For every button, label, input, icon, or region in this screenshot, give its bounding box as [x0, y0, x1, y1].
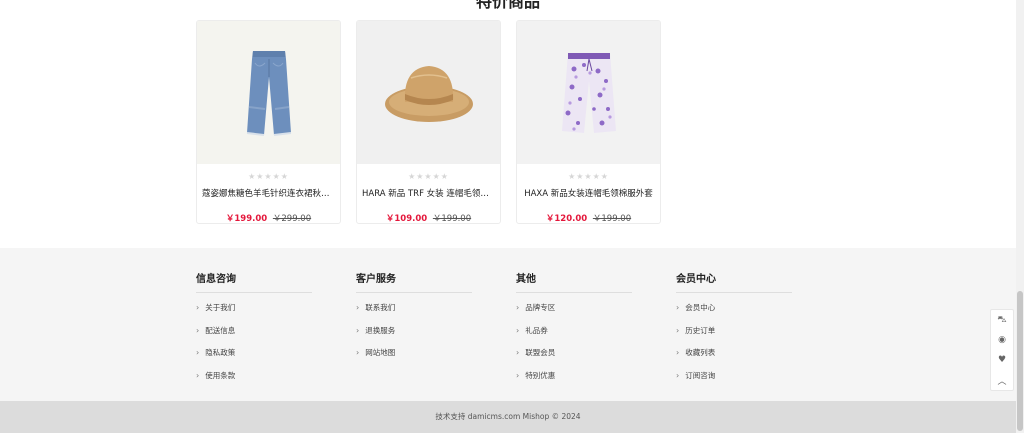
user-icon[interactable]: ◉: [991, 330, 1013, 350]
footer-link[interactable]: › 使用条款: [196, 369, 312, 392]
footer-link[interactable]: › 特别优惠: [516, 369, 632, 392]
footer-link[interactable]: › 品牌专区: [516, 301, 632, 324]
footer-link[interactable]: › 网站地图: [356, 346, 472, 369]
chevron-right-icon: ›: [196, 303, 200, 312]
back-to-top-icon[interactable]: ︿: [991, 370, 1013, 390]
footer-column-title: 会员中心: [676, 270, 792, 293]
product-prices: ￥120.00 ￥199.00: [517, 212, 660, 224]
page: 特价商品 ★★★★★ 蔻姿娜焦糖色羊毛针织连衣裙秋冬新款 ￥199.00 ￥29…: [0, 0, 1024, 433]
footer-link[interactable]: › 关于我们: [196, 301, 312, 324]
chevron-right-icon: ›: [196, 370, 200, 380]
footer-link[interactable]: › 联盟会员: [516, 346, 632, 369]
chevron-right-icon: ›: [356, 348, 360, 357]
rating-stars: ★★★★★: [408, 172, 449, 181]
footer-column-service: 客户服务 › 联系我们 › 退换服务 › 网站地图: [356, 270, 472, 369]
special-offers-section: 特价商品 ★★★★★ 蔻姿娜焦糖色羊毛针织连衣裙秋冬新款 ￥199.00 ￥29…: [0, 0, 1016, 248]
chevron-right-icon: ›: [196, 348, 200, 357]
product-prices: ￥109.00 ￥199.00: [357, 212, 500, 224]
footer-column-member: 会员中心 › 会员中心 › 历史订单 › 收藏列表 › 订阅咨询: [676, 270, 792, 391]
product-card[interactable]: ★★★★★ HARA 新品 TRF 女装 连帽毛领棉服外套 ￥109.00 ￥1…: [356, 20, 501, 224]
copyright-bar: 技术支持 damicms.com Mishop © 2024: [0, 401, 1016, 433]
chevron-right-icon: ›: [676, 325, 680, 335]
heart-icon[interactable]: ♥: [991, 350, 1013, 370]
cart-icon[interactable]: ⛍: [991, 310, 1013, 330]
product-name[interactable]: HARA 新品 TRF 女装 连帽毛领棉服外套: [357, 186, 500, 202]
chevron-right-icon: ›: [676, 370, 680, 380]
floating-toolbar: ⛍ ◉ ♥ ︿: [990, 309, 1014, 391]
sale-price: ￥120.00: [545, 214, 588, 224]
chevron-right-icon: ›: [676, 303, 680, 312]
footer: 信息咨询 › 关于我们 › 配送信息 › 隐私政策 › 使用条款 客户服务 › 联系我们 …: [0, 248, 1016, 401]
sale-price: ￥109.00: [385, 214, 428, 224]
footer-column-info: 信息咨询 › 关于我们 › 配送信息 › 隐私政策 › 使用条款: [196, 270, 312, 391]
straw-hat-image[interactable]: [357, 21, 500, 164]
chevron-right-icon: ›: [516, 348, 520, 357]
footer-link[interactable]: › 会员中心: [676, 301, 792, 324]
footer-link[interactable]: › 历史订单: [676, 324, 792, 347]
original-price: ￥299.00: [272, 214, 312, 224]
footer-link[interactable]: › 联系我们: [356, 301, 472, 324]
footer-link[interactable]: › 配送信息: [196, 324, 312, 347]
footer-column-title: 信息咨询: [196, 270, 312, 293]
product-name[interactable]: HAXA 新品女装连帽毛领棉服外套: [517, 186, 660, 202]
copyright-text: 技术支持 damicms.com Mishop © 2024: [435, 412, 581, 421]
footer-link[interactable]: › 隐私政策: [196, 346, 312, 369]
footer-column-title: 客户服务: [356, 270, 472, 293]
footer-link[interactable]: › 礼品券: [516, 324, 632, 347]
footer-column-other: 其他 › 品牌专区 › 礼品券 › 联盟会员 › 特别优惠: [516, 270, 632, 391]
chevron-right-icon: ›: [356, 325, 360, 335]
jeans-image[interactable]: [197, 21, 340, 164]
original-price: ￥199.00: [432, 214, 472, 224]
rating-stars: ★★★★★: [248, 172, 289, 181]
floral-pants-image[interactable]: [517, 21, 660, 164]
product-list: ★★★★★ 蔻姿娜焦糖色羊毛针织连衣裙秋冬新款 ￥199.00 ￥299.00: [196, 20, 661, 224]
chevron-right-icon: ›: [196, 325, 200, 335]
product-card[interactable]: ★★★★★ HAXA 新品女装连帽毛领棉服外套 ￥120.00 ￥199.00: [516, 20, 661, 224]
chevron-right-icon: ›: [516, 370, 520, 380]
product-card[interactable]: ★★★★★ 蔻姿娜焦糖色羊毛针织连衣裙秋冬新款 ￥199.00 ￥299.00: [196, 20, 341, 224]
rating-stars: ★★★★★: [568, 172, 609, 181]
footer-column-title: 其他: [516, 270, 632, 293]
footer-link[interactable]: › 订阅咨询: [676, 369, 792, 392]
chevron-right-icon: ›: [356, 303, 360, 312]
section-title: 特价商品: [475, 0, 540, 11]
product-prices: ￥199.00 ￥299.00: [197, 212, 340, 224]
footer-link[interactable]: › 收藏列表: [676, 346, 792, 369]
chevron-right-icon: ›: [676, 348, 680, 357]
original-price: ￥199.00: [592, 214, 632, 224]
product-name[interactable]: 蔻姿娜焦糖色羊毛针织连衣裙秋冬新款: [197, 186, 340, 202]
chevron-right-icon: ›: [516, 303, 520, 312]
sale-price: ￥199.00: [225, 214, 268, 224]
scrollbar-thumb[interactable]: [1017, 291, 1023, 431]
footer-link[interactable]: › 退换服务: [356, 324, 472, 347]
chevron-right-icon: ›: [516, 325, 520, 335]
